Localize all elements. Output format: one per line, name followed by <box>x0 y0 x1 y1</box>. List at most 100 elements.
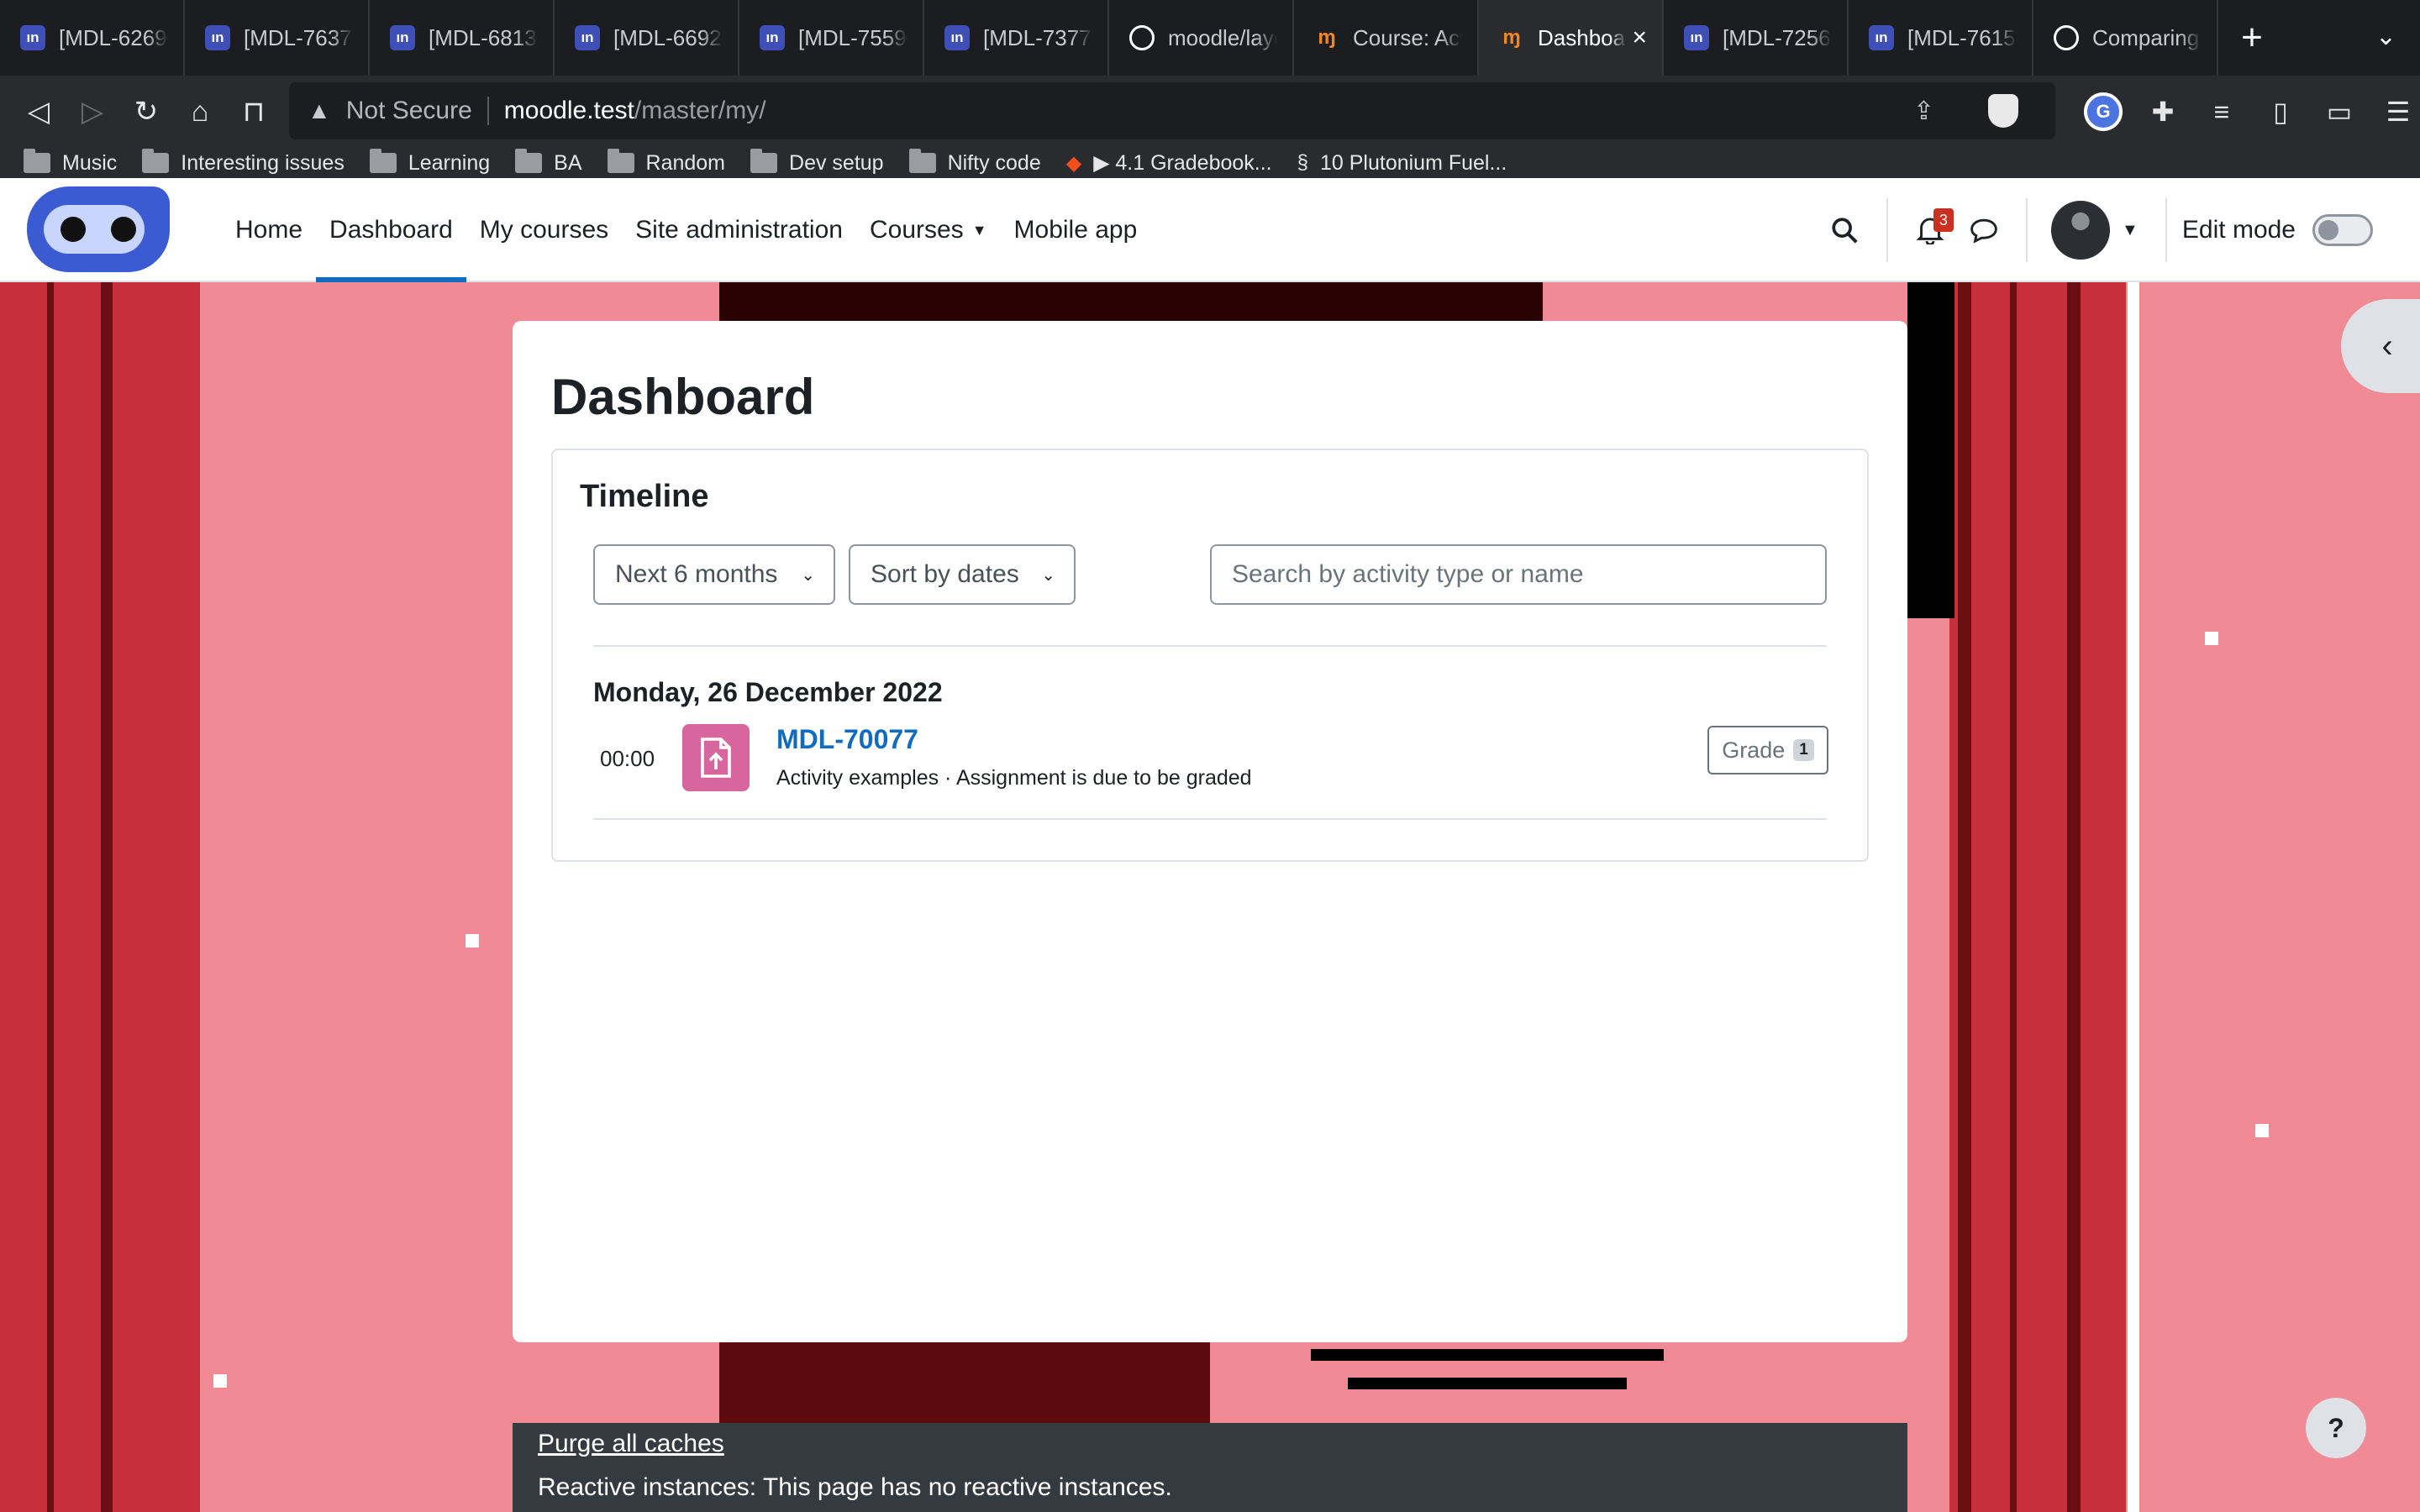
search-icon[interactable] <box>1818 203 1871 257</box>
notification-bell-icon[interactable]: 3 <box>1903 203 1957 257</box>
purge-caches-link[interactable]: Purge all caches <box>538 1430 724 1458</box>
bg-stripe <box>2067 282 2081 1512</box>
grade-button[interactable]: Grade 1 <box>1707 726 1828 774</box>
messages-icon[interactable] <box>1957 203 2011 257</box>
grade-button-label: Grade <box>1722 737 1786 763</box>
browser-tab[interactable]: ın [MDL-76153 <box>1849 0 2033 76</box>
folder-icon <box>24 149 50 173</box>
bookmark-icon[interactable]: ⊓ <box>227 85 281 139</box>
wallet-icon[interactable]: ▭ <box>2321 96 2358 128</box>
bookmark-label: Interesting issues <box>181 150 345 175</box>
nav-mobile-app[interactable]: Mobile app <box>1001 178 1151 282</box>
forward-arrow-icon[interactable]: ▷ <box>66 85 119 139</box>
chevron-down-icon: ▼ <box>971 221 987 239</box>
timeline-sort-dropdown[interactable]: Sort by dates ⌄ <box>849 544 1076 605</box>
translate-extension-icon[interactable]: G <box>2084 92 2123 131</box>
bookmark-folder[interactable]: Learning <box>369 149 491 176</box>
bookmark-folder[interactable]: BA <box>515 149 582 176</box>
bg-black-bar <box>1348 1378 1627 1389</box>
tab-title: moodle/layou <box>1168 24 1277 50</box>
nav-home[interactable]: Home <box>222 178 316 282</box>
jira-icon: ın <box>575 25 600 50</box>
puzzle-extensions-icon[interactable]: ✚ <box>2144 96 2181 128</box>
site-navbar: Home Dashboard My courses Site administr… <box>0 178 2420 282</box>
browser-tab[interactable]: ın [MDL-62695 <box>0 0 185 76</box>
tab-title: [MDL-75596 <box>798 24 908 50</box>
browser-toolbar: ◁ ▷ ↻ ⌂ ⊓ ▲ Not Secure moodle.test/maste… <box>0 76 2420 148</box>
bookmark-folder[interactable]: Random <box>607 149 725 176</box>
brave-shield-icon[interactable] <box>1988 94 2018 128</box>
moodle-icon: ɱ <box>1318 26 1336 49</box>
bg-pixel <box>2255 1124 2269 1137</box>
help-question-icon[interactable]: ? <box>2306 1398 2366 1458</box>
jira-icon: ın <box>1684 25 1709 50</box>
bookmark-folder[interactable]: Music <box>24 149 117 176</box>
browser-tab[interactable]: ın [MDL-68133 <box>370 0 555 76</box>
timeline-search-input[interactable] <box>1210 544 1827 605</box>
bookmark-label: Nifty code <box>947 150 1041 175</box>
browser-tab[interactable]: ın [MDL-66924 <box>555 0 739 76</box>
tab-title: [MDL-73771] <box>983 24 1092 50</box>
divider <box>593 818 1827 820</box>
performance-footer: Purge all caches Reactive instances: Thi… <box>513 1423 1907 1512</box>
browser-menu-icon[interactable]: ☰ <box>2380 96 2417 128</box>
browser-tab[interactable]: ın [MDL-72563 <box>1664 0 1849 76</box>
share-icon[interactable]: ⇪ <box>1913 97 1934 126</box>
page-title: Dashboard <box>551 369 815 425</box>
address-bar[interactable]: ▲ Not Secure moodle.test/master/my/ ⇪ <box>289 82 2055 139</box>
user-avatar[interactable] <box>2050 201 2110 260</box>
sidebar-icon[interactable]: ▯ <box>2262 96 2299 128</box>
browser-tab-active[interactable]: ɱ Dashboar × <box>1479 0 1664 76</box>
bg-stripe <box>2010 282 2017 1512</box>
jira-icon: ın <box>760 25 785 50</box>
moodle-logo[interactable] <box>27 186 170 272</box>
bg-stripe <box>1949 282 2126 1512</box>
reload-icon[interactable]: ↻ <box>119 85 173 139</box>
tab-search-chevron-icon[interactable]: ⌄ <box>2375 22 2396 51</box>
bookmark-folder[interactable]: Dev setup <box>750 149 884 176</box>
timeline-block: Timeline Next 6 months ⌄ Sort by dates ⌄… <box>551 449 1869 862</box>
edit-mode-toggle[interactable] <box>2312 214 2373 246</box>
logo-eye <box>60 217 86 242</box>
browser-tab[interactable]: ın [MDL-73771] <box>924 0 1109 76</box>
browser-tab[interactable]: moodle/layou <box>1109 0 1294 76</box>
nav-courses[interactable]: Courses ▼ <box>856 178 1001 282</box>
main-content-region: Dashboard Timeline Next 6 months ⌄ Sort … <box>513 321 1907 1342</box>
url-path: /master/my/ <box>634 97 766 124</box>
url-divider <box>487 97 489 125</box>
bookmark-label: Learning <box>408 150 491 175</box>
new-tab-button[interactable]: + <box>2218 0 2286 76</box>
timeline-date-heading: Monday, 26 December 2022 <box>593 677 943 707</box>
moodle-icon: ɱ <box>1502 26 1521 49</box>
sort-selected-label: Sort by dates <box>871 560 1019 588</box>
bookmark-link[interactable]: § 10 Plutonium Fuel... <box>1297 151 1507 176</box>
bookmark-folder[interactable]: Interesting issues <box>142 149 345 176</box>
folder-icon <box>515 149 543 173</box>
browser-tab[interactable]: Comparing m <box>2033 0 2218 76</box>
browser-tab[interactable]: ın [MDL-76379 <box>185 0 370 76</box>
bg-stripe <box>0 282 200 1512</box>
home-icon[interactable]: ⌂ <box>173 85 227 139</box>
jira-icon: ın <box>205 25 230 50</box>
close-tab-icon[interactable]: × <box>1632 24 1647 52</box>
primary-navigation: Home Dashboard My courses Site administr… <box>222 178 1150 282</box>
nav-site-administration[interactable]: Site administration <box>622 178 856 282</box>
bookmark-label: Dev setup <box>789 150 884 175</box>
divider <box>593 645 1827 647</box>
bg-stripe <box>1958 282 1971 1512</box>
notification-count-badge: 3 <box>1933 208 1954 232</box>
event-name-link[interactable]: MDL-70077 <box>776 724 918 755</box>
nav-courses-label: Courses <box>869 216 964 244</box>
bookmark-folder[interactable]: Nifty code <box>908 149 1041 176</box>
user-menu-chevron-icon[interactable]: ▼ <box>2110 203 2150 257</box>
timeline-range-dropdown[interactable]: Next 6 months ⌄ <box>593 544 835 605</box>
back-arrow-icon[interactable]: ◁ <box>12 85 66 139</box>
browser-tab[interactable]: ın [MDL-75596 <box>739 0 924 76</box>
nav-dashboard[interactable]: Dashboard <box>316 178 466 282</box>
edit-mode-label: Edit mode <box>2181 216 2296 244</box>
browser-tab[interactable]: ɱ Course: Activ <box>1294 0 1479 76</box>
media-playlist-icon[interactable]: ≡ <box>2203 97 2240 128</box>
assignment-upload-icon <box>682 724 750 791</box>
nav-my-courses[interactable]: My courses <box>466 178 622 282</box>
bookmark-link[interactable]: ◆ ▶ 4.1 Gradebook... <box>1066 150 1272 176</box>
